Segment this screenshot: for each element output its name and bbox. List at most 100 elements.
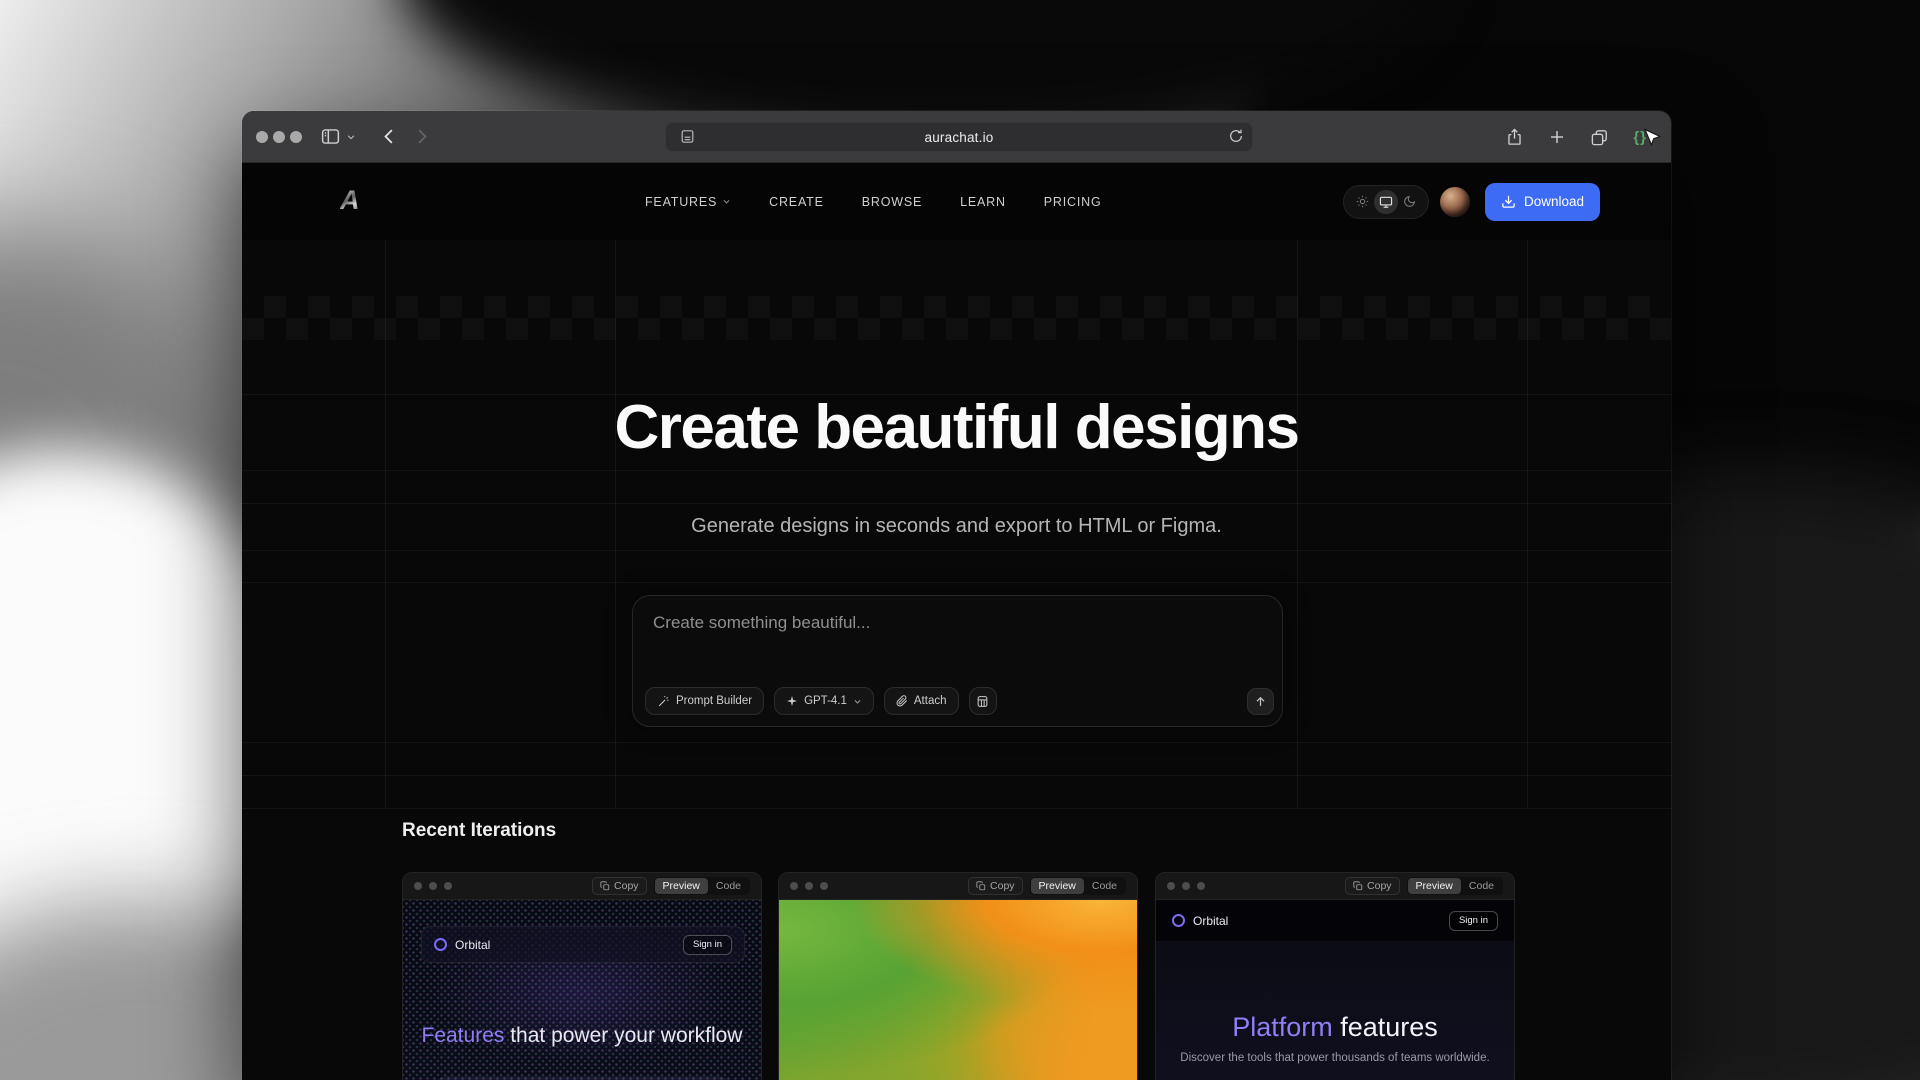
copy-icon (1353, 881, 1363, 891)
iteration-card[interactable]: Copy Preview Code Orbital Sign in (402, 872, 762, 1080)
orbital-logo-icon (434, 938, 447, 951)
page-icon (679, 128, 696, 145)
grid-line (242, 470, 1671, 471)
prompt-input[interactable] (633, 596, 1282, 666)
components-button[interactable] (969, 687, 997, 715)
arrow-up-icon (1254, 695, 1267, 708)
sidebar-chevron-down-icon[interactable] (346, 132, 356, 142)
card-traffic-dots (790, 882, 828, 890)
orbital-brand: Orbital (1193, 914, 1228, 928)
card-preview-features: Orbital Sign in Features that power your… (403, 900, 761, 1080)
card-traffic-dots (1167, 882, 1205, 890)
paperclip-icon (896, 695, 908, 707)
page-content: Create beautiful designs Generate design… (242, 240, 1671, 1080)
download-icon (1501, 194, 1516, 209)
back-button[interactable] (380, 127, 399, 146)
copy-icon (600, 881, 610, 891)
preview-tab[interactable]: Preview (655, 878, 708, 894)
nav-links: FEATURES CREATE BROWSE LEARN PRICING (645, 163, 1101, 240)
user-avatar[interactable] (1440, 187, 1470, 217)
reload-icon[interactable] (1228, 128, 1244, 144)
desktop-background: aurachat.io (0, 0, 1920, 1080)
prompt-builder-button[interactable]: Prompt Builder (645, 687, 764, 715)
submit-prompt-button[interactable] (1247, 688, 1274, 715)
grid-line (242, 503, 1671, 504)
light-theme-sun-icon[interactable] (1351, 190, 1374, 214)
preview-heading: Features that power your workflow (403, 1024, 761, 1048)
grid-line (242, 808, 1671, 809)
site-navbar: A FEATURES CREATE BROWSE LEARN PRICING (242, 163, 1671, 240)
attach-button[interactable]: Attach (884, 687, 959, 715)
card-header: Copy Preview Code (1156, 873, 1514, 900)
site-logo[interactable]: A (340, 185, 360, 216)
prompt-toolbar: Prompt Builder GPT-4.1 Attach (645, 687, 997, 715)
share-icon[interactable] (1505, 127, 1524, 147)
browser-toolbar: aurachat.io (242, 111, 1671, 163)
dark-theme-moon-icon[interactable] (1398, 190, 1421, 214)
nav-item-browse[interactable]: BROWSE (862, 195, 922, 209)
preview-navbar: Orbital Sign in (1156, 900, 1514, 942)
orbital-brand: Orbital (455, 938, 490, 952)
sidebar-icon[interactable] (320, 126, 341, 147)
forward-button[interactable] (412, 127, 431, 146)
checker-strip-decoration (242, 296, 1671, 340)
nav-item-learn[interactable]: LEARN (960, 195, 1006, 209)
hero-title: Create beautiful designs (242, 392, 1671, 463)
preview-subheading: Discover the tools that power thousands … (1156, 1052, 1514, 1064)
grid-line (242, 582, 1671, 583)
wand-icon (657, 695, 670, 708)
recent-iterations-heading: Recent Iterations (402, 820, 556, 842)
sparkle-icon (786, 695, 798, 707)
iteration-card[interactable]: Copy Preview Code (778, 872, 1138, 1080)
code-tab[interactable]: Code (1461, 878, 1502, 894)
nav-right-group: Download (1343, 163, 1600, 240)
preview-code-toggle: Preview Code (1407, 877, 1503, 895)
url-text: aurachat.io (665, 130, 1253, 145)
grid-icon (976, 695, 989, 708)
browser-window: aurachat.io (242, 111, 1671, 1080)
theme-toggle (1343, 185, 1429, 219)
mouse-cursor (1641, 128, 1661, 150)
url-bar[interactable]: aurachat.io (665, 122, 1253, 152)
copy-button[interactable]: Copy (1345, 877, 1400, 895)
close-button[interactable] (256, 131, 268, 143)
nav-item-pricing[interactable]: PRICING (1044, 195, 1102, 209)
code-tab[interactable]: Code (708, 878, 749, 894)
copy-icon (976, 881, 986, 891)
model-selector-button[interactable]: GPT-4.1 (774, 687, 874, 715)
download-button[interactable]: Download (1485, 183, 1600, 221)
tab-overview-icon[interactable] (1590, 128, 1609, 147)
chevron-down-icon (853, 697, 862, 706)
code-tab[interactable]: Code (1084, 878, 1125, 894)
prompt-box: Prompt Builder GPT-4.1 Attach (632, 595, 1283, 727)
card-preview-gradient-artwork (779, 900, 1137, 1080)
chevron-down-icon (722, 197, 731, 206)
nav-item-create[interactable]: CREATE (769, 195, 824, 209)
traffic-lights (256, 131, 302, 143)
preview-signin-button: Sign in (1449, 911, 1498, 931)
preview-tab[interactable]: Preview (1031, 878, 1084, 894)
copy-button[interactable]: Copy (968, 877, 1023, 895)
card-traffic-dots (414, 882, 452, 890)
preview-code-toggle: Preview Code (654, 877, 750, 895)
system-theme-monitor-icon[interactable] (1374, 190, 1397, 214)
grid-line (242, 742, 1671, 743)
minimize-button[interactable] (273, 131, 285, 143)
preview-navbar: Orbital Sign in (421, 926, 745, 963)
preview-heading: Platform features (1156, 1012, 1514, 1043)
card-preview-platform: Orbital Sign in Platform features Discov… (1156, 900, 1514, 1080)
preview-signin-button: Sign in (683, 935, 732, 955)
copy-button[interactable]: Copy (592, 877, 647, 895)
nav-item-features[interactable]: FEATURES (645, 195, 731, 209)
new-tab-plus-icon[interactable] (1548, 128, 1566, 146)
preview-panel (435, 1076, 731, 1080)
preview-tab[interactable]: Preview (1408, 878, 1461, 894)
iteration-card[interactable]: Copy Preview Code Orbital Sign in (1155, 872, 1515, 1080)
grid-line (242, 550, 1671, 551)
orbital-logo-icon (1172, 914, 1185, 927)
card-header: Copy Preview Code (403, 873, 761, 900)
grid-line (242, 775, 1671, 776)
zoom-button[interactable] (290, 131, 302, 143)
preview-code-toggle: Preview Code (1030, 877, 1126, 895)
card-header: Copy Preview Code (779, 873, 1137, 900)
